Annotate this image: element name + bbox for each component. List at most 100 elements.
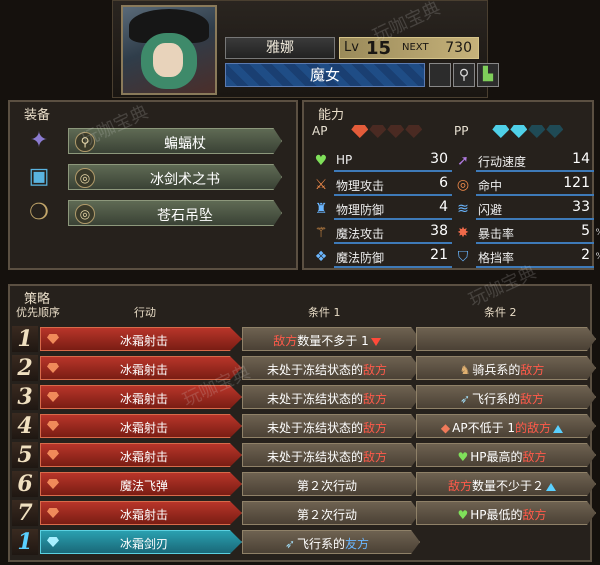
- action-button[interactable]: 魔法飞弹: [40, 472, 242, 496]
- heart-icon: ♥: [457, 508, 469, 522]
- action-button[interactable]: 冰霜射击: [40, 385, 242, 409]
- stat-label: 物理攻击: [336, 179, 385, 193]
- stat-underline: [334, 266, 452, 268]
- ap-gems: [351, 124, 423, 138]
- strategy-rule[interactable]: 1 冰霜射击 敌方数量不多于 1: [12, 326, 596, 352]
- stat-underline: [334, 170, 452, 172]
- stat-row: ⛉ 格挡率 2%: [454, 246, 600, 268]
- block-icon: ⛉: [457, 249, 469, 265]
- wand-icon: ⚚: [314, 225, 328, 241]
- stat-underline: [476, 218, 594, 220]
- equip-type-icon: ◎: [75, 204, 95, 224]
- stat-unit: %: [595, 228, 600, 238]
- condition-1-button[interactable]: 第２次行动: [242, 472, 420, 496]
- crit-icon: ✸: [457, 225, 469, 241]
- strategy-rule[interactable]: 7 冰霜射击 第２次行动 ♥ HP最低的敌方: [12, 500, 596, 526]
- ap-gem-icon: [47, 450, 59, 460]
- condition-target: 敌方: [363, 421, 388, 435]
- empty-slot[interactable]: [429, 63, 451, 87]
- condition-target: 敌方: [447, 479, 472, 493]
- priority-number: 3: [12, 384, 38, 410]
- stat-row: ◎ 命中 121: [454, 174, 594, 196]
- condition-target: 友方: [345, 537, 370, 551]
- stat-value: 4: [439, 199, 448, 215]
- priority-number: 1: [12, 326, 38, 352]
- equipment-slot[interactable]: ✦ ⚲ 蝙蝠杖: [18, 124, 288, 158]
- character-portrait[interactable]: [121, 5, 217, 95]
- stat-underline: [334, 194, 452, 196]
- face-shape: [153, 43, 183, 77]
- strategy-rule[interactable]: 1 冰霜剑刃 ➶ 飞行系的友方: [12, 529, 588, 555]
- equipment-name: 冰剑术之书: [150, 172, 220, 188]
- condition-1-button[interactable]: 未处于冻结状态的敌方: [242, 414, 420, 438]
- target-icon: ◎: [456, 177, 470, 193]
- condition-2-button[interactable]: ◆ AP不低于 1的敌方: [416, 414, 596, 438]
- condition-target: 敌方: [363, 363, 388, 377]
- stat-value: 38: [430, 223, 448, 239]
- condition-1-button[interactable]: 未处于冻结状态的敌方: [242, 385, 420, 409]
- stat-value: 5: [581, 223, 590, 239]
- action-button[interactable]: 冰霜射击: [40, 356, 242, 380]
- condition-1-button[interactable]: 第２次行动: [242, 501, 420, 525]
- action-button[interactable]: 冰霜剑刃: [40, 530, 242, 554]
- equipment-name: 蝙蝠杖: [164, 136, 206, 152]
- condition-target: 的敌方: [515, 421, 552, 435]
- ap-gem-icon: [47, 334, 59, 344]
- condition-2-button[interactable]: ➶ 飞行系的敌方: [416, 385, 596, 409]
- ap-row: AP: [312, 124, 423, 138]
- action-label: 冰霜射击: [119, 450, 168, 464]
- sword-icon: ⚔: [314, 177, 328, 193]
- strategy-rule[interactable]: 6 魔法飞弹 第２次行动 敌方数量不少于２: [12, 471, 596, 497]
- stat-label: 魔法防御: [336, 251, 385, 265]
- ap-gem-icon: [47, 363, 59, 373]
- stat-label: 闪避: [478, 203, 503, 217]
- action-button[interactable]: 冰霜射击: [40, 501, 242, 525]
- equipment-bar[interactable]: ⚲ 蝙蝠杖: [68, 128, 282, 154]
- stat-label: 暴击率: [478, 227, 515, 241]
- gem-icon: [546, 125, 564, 138]
- condition-1-button[interactable]: 未处于冻结状态的敌方: [242, 443, 420, 467]
- condition-2-button[interactable]: ♥ HP最低的敌方: [416, 501, 596, 525]
- condition-2-button[interactable]: [416, 327, 596, 351]
- strategy-rule[interactable]: 4 冰霜射击 未处于冻结状态的敌方 ◆ AP不低于 1的敌方: [12, 413, 596, 439]
- action-button[interactable]: 冰霜射击: [40, 443, 242, 467]
- character-class: 魔女: [225, 63, 425, 87]
- condition-target: 敌方: [520, 392, 545, 406]
- condition-target: 敌方: [273, 334, 298, 348]
- equipment-slot[interactable]: ❍ ◎ 苍石吊坠: [18, 196, 288, 230]
- next-label: NEXT: [402, 42, 429, 53]
- action-button[interactable]: 冰霜射击: [40, 327, 242, 351]
- key-icon[interactable]: ⚲: [453, 63, 475, 87]
- stat-row: ✸ 暴击率 5%: [454, 222, 600, 244]
- stat-value: 33: [572, 199, 590, 215]
- action-label: 冰霜射击: [119, 508, 168, 522]
- condition-2-button[interactable]: ♥ HP最高的敌方: [416, 443, 596, 467]
- evade-icon: ≋: [457, 201, 469, 217]
- stat-row: ♜ 物理防御 4: [312, 198, 452, 220]
- action-button[interactable]: 冰霜射击: [40, 414, 242, 438]
- stat-row: ⚔ 物理攻击 6: [312, 174, 452, 196]
- strategy-rule[interactable]: 5 冰霜射击 未处于冻结状态的敌方 ♥ HP最高的敌方: [12, 442, 596, 468]
- condition-text: 数量不多于 1: [297, 334, 369, 348]
- stat-label: 格挡率: [478, 251, 515, 265]
- condition-1-button[interactable]: ➶ 飞行系的友方: [242, 530, 420, 554]
- action-label: 魔法飞弹: [119, 479, 168, 493]
- strategy-rule[interactable]: 2 冰霜射击 未处于冻结状态的敌方 ♞ 骑兵系的敌方: [12, 355, 596, 381]
- boots-icon[interactable]: ▙: [477, 63, 499, 87]
- strategy-rule[interactable]: 3 冰霜射击 未处于冻结状态的敌方 ➶ 飞行系的敌方: [12, 384, 596, 410]
- equipment-bar[interactable]: ◎ 冰剑术之书: [68, 164, 282, 190]
- equipment-slot[interactable]: ▣ ◎ 冰剑术之书: [18, 160, 288, 194]
- stat-underline: [476, 194, 594, 196]
- gem-icon: [405, 125, 423, 138]
- stat-value: 121: [563, 175, 590, 191]
- col-cond1: 条件 1: [308, 306, 341, 319]
- condition-2-button[interactable]: ♞ 骑兵系的敌方: [416, 356, 596, 380]
- stat-underline: [334, 218, 452, 220]
- gem-icon: [369, 125, 387, 138]
- condition-2-button[interactable]: 敌方数量不少于２: [416, 472, 596, 496]
- priority-number: 1: [12, 529, 38, 555]
- condition-1-button[interactable]: 未处于冻结状态的敌方: [242, 356, 420, 380]
- equipment-bar[interactable]: ◎ 苍石吊坠: [68, 200, 282, 226]
- priority-number: 7: [12, 500, 38, 526]
- condition-1-button[interactable]: 敌方数量不多于 1: [242, 327, 420, 351]
